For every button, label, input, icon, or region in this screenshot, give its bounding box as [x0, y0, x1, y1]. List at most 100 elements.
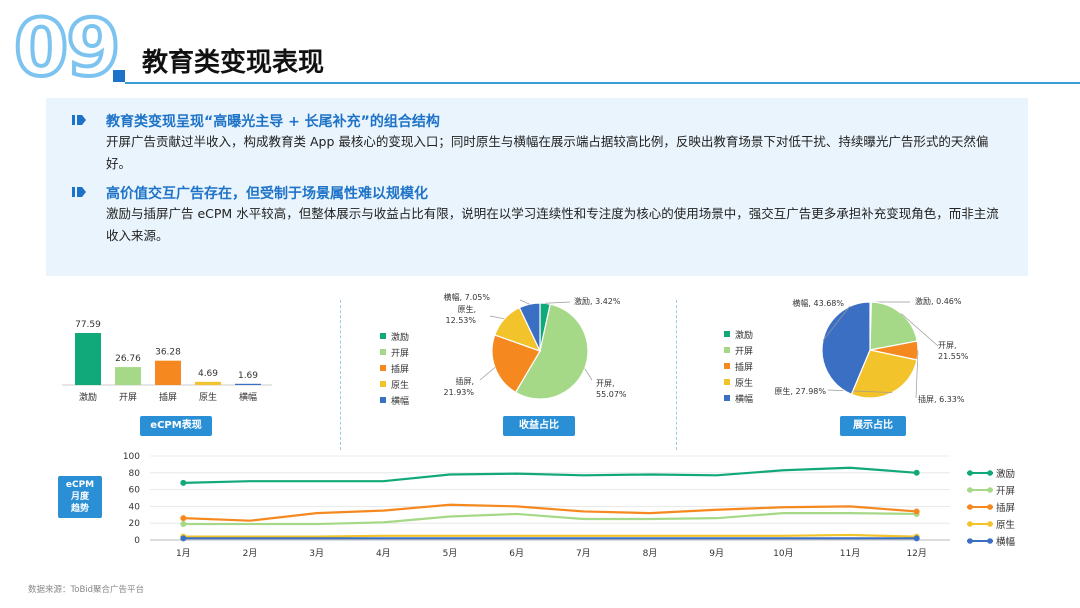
x-tick-label: 11月 — [840, 548, 860, 559]
insight-heading: 教育类变现呈现“高曝光主导 + 长尾补充”的组合结构 — [106, 114, 440, 130]
legend-item: 原生 — [380, 376, 409, 392]
section-number: 09 — [12, 4, 123, 94]
legend-item: 插屏 — [724, 358, 753, 374]
x-tick-label: 7月 — [576, 548, 591, 559]
legend-item: 横幅 — [380, 392, 409, 408]
legend-swatch — [724, 331, 730, 337]
legend-swatch — [380, 397, 386, 403]
pie-leader-line — [479, 367, 496, 381]
pie-value-label: 21.93% — [443, 388, 474, 397]
panel-divider — [676, 300, 677, 450]
legend-label: 开屏 — [391, 348, 410, 359]
line-point — [913, 469, 920, 476]
insight-heading: 高价值交互广告存在，但受制于场景属性难以规模化 — [106, 186, 428, 202]
x-tick-label: 3月 — [309, 548, 324, 559]
line-point — [180, 521, 187, 528]
x-tick-label: 6月 — [509, 548, 524, 559]
pie-value-label: 原生, 27.98% — [774, 386, 826, 396]
pie-value-label: 插屏, — [455, 376, 474, 386]
legend-item: 横幅 — [966, 532, 1015, 549]
y-tick-label: 0 — [134, 536, 140, 546]
bar-value-label: 4.69 — [198, 369, 218, 379]
x-tick-label: 1月 — [176, 548, 191, 559]
pie-leader-line — [545, 301, 571, 304]
title-marker — [113, 70, 125, 82]
trend-badge-line: eCPM — [65, 480, 95, 490]
insight-body: 激励与插屏广告 eCPM 水平较高，但整体展示与收益占比有限，说明在以学习连续性… — [106, 206, 999, 243]
pie-leader-line — [584, 368, 593, 381]
line-point — [180, 479, 187, 486]
legend-swatch — [380, 333, 386, 339]
legend-item: 插屏 — [966, 499, 1015, 516]
pie-value-label: 开屏, — [938, 341, 957, 350]
revenue-pie-chart: 激励, 3.42% 开屏, 55.07% 插屏, 21.93% 原生, 12.53% 横幅, … — [443, 292, 627, 400]
legend-swatch — [724, 363, 730, 369]
bar-开屏 — [115, 367, 141, 385]
legend-label: 横幅 — [996, 536, 1016, 548]
legend-item: 原生 — [724, 374, 753, 390]
legend-label: 横幅 — [391, 396, 410, 407]
line-series-原生 — [183, 533, 917, 538]
bar-原生 — [195, 381, 221, 385]
ecpm-bar-chart: 77.59 激励 26.76 开屏 36.28 插屏 4.69 原生 1.69 横幅 — [62, 320, 272, 403]
line-point — [913, 535, 920, 542]
legend-item: 开屏 — [380, 344, 409, 360]
trend-badge-line: 趋势 — [70, 504, 89, 514]
panel-divider — [340, 300, 341, 450]
display-legend: 激励 开屏 插屏 原生 横幅 — [724, 326, 753, 406]
legend-label: 开屏 — [996, 486, 1016, 498]
legend-label: 激励 — [996, 469, 1016, 481]
trend-badge-line: 月度 — [70, 492, 89, 502]
pie-value-label: 开屏, — [596, 379, 615, 388]
legend-label: 原生 — [996, 519, 1016, 531]
bar-value-label: 77.59 — [75, 320, 101, 330]
bar-横幅 — [235, 383, 261, 385]
display-panel-label: 展示占比 — [840, 416, 906, 436]
pie-value-label: 21.55% — [938, 352, 969, 361]
insights-box: 教育类变现呈现“高曝光主导 + 长尾补充”的组合结构 开屏广告贡献过半收入，构成… — [46, 98, 1028, 276]
legend-item: 开屏 — [966, 482, 1015, 499]
page-title: 教育类变现表现 — [142, 48, 325, 78]
ecpm-trend-line-chart: 0 20 40 60 80 100 1月 2月 3月 4月 5月 6月 7月 8月 9月 10月 11月 12月 — [123, 452, 950, 559]
legend-item: 激励 — [966, 465, 1015, 482]
legend-item: 激励 — [380, 328, 409, 344]
legend-swatch — [380, 365, 386, 371]
bar-category-label: 开屏 — [119, 392, 137, 403]
pie-value-label: 插屏, 6.33% — [918, 394, 965, 404]
legend-swatch — [380, 349, 386, 355]
y-tick-label: 100 — [123, 452, 140, 462]
legend-item: 激励 — [724, 326, 753, 342]
line-point — [180, 515, 187, 522]
legend-swatch — [724, 379, 730, 385]
bar-value-label: 1.69 — [238, 371, 258, 381]
bullet-arrow-icon — [72, 186, 86, 198]
legend-item: 原生 — [966, 515, 1015, 532]
bar-category-label: 横幅 — [239, 391, 257, 403]
legend-label: 插屏 — [391, 364, 410, 375]
pie-leader-line — [519, 299, 530, 305]
y-tick-label: 40 — [129, 502, 141, 512]
legend-line-icon — [967, 537, 993, 544]
legend-swatch — [724, 395, 730, 401]
x-tick-label: 12月 — [906, 548, 926, 559]
legend-item: 横幅 — [724, 390, 753, 406]
x-tick-label: 2月 — [243, 548, 258, 559]
data-source: 数据来源：ToBid聚合广告平台 — [28, 585, 145, 595]
legend-line-icon — [967, 487, 993, 493]
pie-value-label: 原生, — [457, 304, 476, 314]
bar-category-label: 插屏 — [159, 391, 177, 403]
bar-category-label: 原生 — [199, 391, 217, 403]
legend-line-icon — [967, 504, 993, 510]
line-point — [180, 535, 187, 542]
pie-value-label: 激励, 3.42% — [574, 296, 621, 306]
bar-category-label: 激励 — [79, 391, 97, 403]
legend-label: 横幅 — [735, 394, 754, 405]
x-tick-label: 10月 — [773, 548, 793, 559]
bar-value-label: 36.28 — [155, 348, 181, 358]
bar-激励 — [75, 333, 101, 385]
legend-line-icon — [967, 470, 993, 477]
legend-label: 激励 — [735, 330, 754, 341]
revenue-legend: 激励开屏插屏 原生横幅 — [380, 328, 409, 408]
bar-value-label: 26.76 — [115, 354, 141, 364]
line-series-激励 — [183, 466, 917, 484]
